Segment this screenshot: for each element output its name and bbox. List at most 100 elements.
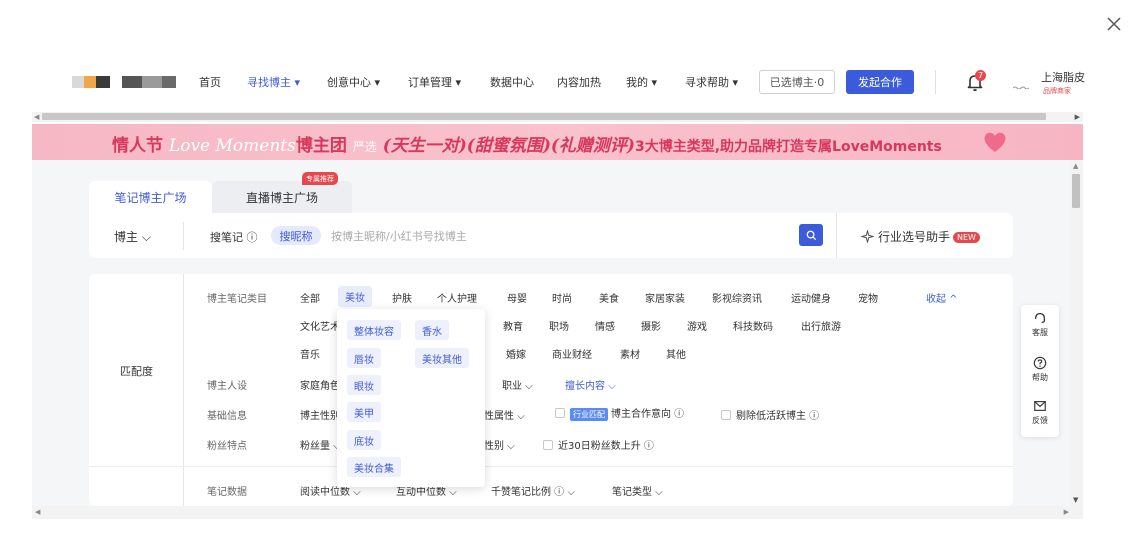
checkbox[interactable] — [555, 408, 565, 418]
like-ratio-select[interactable]: 千赞笔记比例 ⓘ ⌵ — [491, 483, 575, 498]
tab-live-bloggers[interactable]: 直播博主广场 — [212, 181, 352, 213]
fans-gender-select[interactable]: 性别 ⌵ — [484, 437, 515, 452]
category-chip[interactable]: 影视综资讯 — [712, 290, 762, 305]
category-chip[interactable]: 时尚 — [552, 290, 572, 305]
category-chip[interactable]: 个人护理 — [437, 290, 477, 305]
fans-growth-checkbox[interactable]: 近30日粉丝数上升 ⓘ — [543, 437, 654, 452]
nav-mine[interactable]: 我的 ▾ — [626, 74, 657, 90]
expertise-select[interactable]: 擅长内容 ⌵ — [565, 377, 616, 392]
exclude-low-activity-checkbox[interactable]: 剔除低活跃博主 ⓘ — [721, 407, 819, 422]
category-chip[interactable]: 母婴 — [507, 290, 527, 305]
nav-divider — [935, 70, 936, 94]
nav-help[interactable]: 寻求帮助 ▾ — [685, 74, 738, 90]
match-label: 匹配度 — [120, 365, 153, 378]
dropdown-item[interactable]: 美妆合集 — [347, 457, 401, 477]
category-chip[interactable]: 护肤 — [392, 290, 412, 305]
horizontal-scrollbar-top[interactable]: ◀ ▶ — [32, 112, 1083, 122]
note-data-label: 笔记数据 — [207, 487, 247, 498]
customer-service-button[interactable]: 客服 — [1021, 311, 1059, 338]
basic-info-label: 基础信息 — [207, 411, 247, 422]
scroll-left-icon[interactable]: ◀ — [35, 508, 40, 516]
category-chip[interactable]: 情感 — [595, 318, 615, 333]
user-name[interactable]: 上海脂皮 — [1041, 69, 1085, 85]
tab-note-bloggers[interactable]: 笔记博主广场 — [89, 181, 212, 213]
nav-order-management[interactable]: 订单管理 ▾ — [408, 74, 461, 90]
category-chip[interactable]: 宠物 — [858, 290, 878, 305]
notification-badge: 7 — [975, 70, 986, 81]
help-button[interactable]: 帮助 — [1021, 356, 1059, 383]
search-notes-toggle[interactable]: 搜笔记 ⓘ — [210, 229, 258, 245]
category-chip[interactable]: 科技数码 — [733, 318, 773, 333]
attribute-select[interactable]: 性属性 ⌵ — [484, 407, 525, 422]
nav-home[interactable]: 首页 — [199, 74, 221, 90]
nav-data-center[interactable]: 数据中心 — [490, 74, 534, 90]
category-chip[interactable]: 教育 — [503, 318, 523, 333]
close-icon[interactable] — [1104, 14, 1124, 34]
industry-match-tag: 行业匹配 — [570, 408, 608, 421]
dropdown-item[interactable]: 整体妆容 — [347, 320, 401, 340]
scrollbar-thumb[interactable] — [1072, 174, 1080, 208]
nav-content-boost[interactable]: 内容加热 — [557, 74, 601, 90]
scroll-left-icon[interactable]: ◀ — [34, 113, 39, 121]
recommend-badge: 专属推荐 — [302, 172, 338, 185]
user-role-tag: 品牌商家 — [1043, 87, 1071, 95]
checkbox[interactable] — [721, 410, 731, 420]
search-type-select[interactable]: 博主 ⌵ — [114, 228, 151, 245]
dropdown-item[interactable]: 美妆其他 — [415, 348, 469, 368]
scroll-right-icon[interactable]: ▶ — [1075, 113, 1080, 121]
occupation-select[interactable]: 职业 ⌵ — [502, 377, 533, 392]
heart-icon — [982, 130, 1008, 154]
nav-creative-center[interactable]: 创意中心 ▾ — [327, 74, 380, 90]
start-cooperation-button[interactable]: 发起合作 — [846, 70, 914, 94]
headset-icon — [1034, 312, 1046, 324]
category-chip[interactable]: 游戏 — [687, 318, 707, 333]
persona-label: 博主人设 — [207, 381, 247, 392]
user-status-icon — [1012, 79, 1030, 90]
vertical-scrollbar[interactable]: ▲ ▼ — [1070, 160, 1083, 506]
note-type-select[interactable]: 笔记类型 ⌵ — [612, 483, 663, 498]
promo-banner[interactable]: 情人节 Love Moments博主团 严选 (天生一对)(甜蜜氛围)(礼赠测评… — [32, 124, 1083, 160]
dropdown-item[interactable]: 眼妆 — [347, 375, 381, 395]
category-chip[interactable]: 素材 — [620, 346, 640, 361]
assistant-divider — [836, 213, 837, 258]
makeup-subcategory-dropdown: 整体妆容 香水 唇妆 美妆其他 眼妆 美甲 底妆 美妆合集 — [337, 309, 485, 487]
dropdown-item[interactable]: 香水 — [415, 320, 449, 340]
banner-title: 情人节 Love Moments博主团 严选 (天生一对)(甜蜜氛围)(礼赠测评… — [112, 136, 942, 156]
category-chip[interactable]: 家居家装 — [645, 290, 685, 305]
scroll-right-icon[interactable]: ▶ — [1064, 508, 1069, 516]
search-nickname-toggle[interactable]: 搜昵称 — [271, 226, 321, 245]
scroll-up-icon[interactable]: ▲ — [1073, 162, 1078, 170]
dropdown-item[interactable]: 唇妆 — [347, 348, 381, 368]
fans-label: 粉丝特点 — [207, 441, 247, 452]
new-badge: NEW — [953, 232, 980, 243]
search-button[interactable] — [799, 224, 823, 246]
scrollbar-thumb[interactable] — [42, 113, 1046, 120]
category-chip[interactable]: 职场 — [549, 318, 569, 333]
industry-assistant-button[interactable]: 行业选号助手 NEW — [860, 228, 980, 245]
category-chip[interactable]: 商业财经 — [552, 346, 592, 361]
category-chip[interactable]: 美食 — [599, 290, 619, 305]
feedback-button[interactable]: 反馈 — [1021, 399, 1059, 426]
category-chip[interactable]: 摄影 — [641, 318, 661, 333]
checkbox[interactable] — [543, 440, 553, 450]
category-chip[interactable]: 文化艺术 — [300, 318, 340, 333]
nav-find-blogger[interactable]: 寻找博主 ▾ — [247, 74, 300, 90]
selected-bloggers-button[interactable]: 已选博主·0 — [759, 70, 835, 94]
collapse-button[interactable]: 收起 ^ — [926, 290, 958, 305]
category-chip-selected[interactable]: 美妆 — [338, 286, 372, 307]
dropdown-item[interactable]: 美甲 — [347, 402, 381, 422]
category-chip[interactable]: 运动健身 — [791, 290, 831, 305]
fans-count-select[interactable]: 粉丝量 ⌵ — [300, 437, 341, 452]
category-chip[interactable]: 婚嫁 — [506, 346, 526, 361]
category-chip[interactable]: 其他 — [666, 346, 686, 361]
scroll-down-icon[interactable]: ▼ — [1073, 496, 1078, 504]
category-chip[interactable]: 出行旅游 — [801, 318, 841, 333]
search-divider — [183, 222, 184, 250]
coop-intent-checkbox[interactable]: 行业匹配 博主合作意向 ⓘ — [555, 405, 684, 421]
category-chip[interactable]: 全部 — [300, 290, 320, 305]
dropdown-item[interactable]: 底妆 — [347, 430, 381, 450]
search-input[interactable] — [331, 226, 791, 246]
category-chip[interactable]: 音乐 — [300, 346, 320, 361]
horizontal-scrollbar-bottom[interactable]: ◀ ▶ — [32, 506, 1083, 519]
feedback-icon — [1034, 401, 1046, 411]
